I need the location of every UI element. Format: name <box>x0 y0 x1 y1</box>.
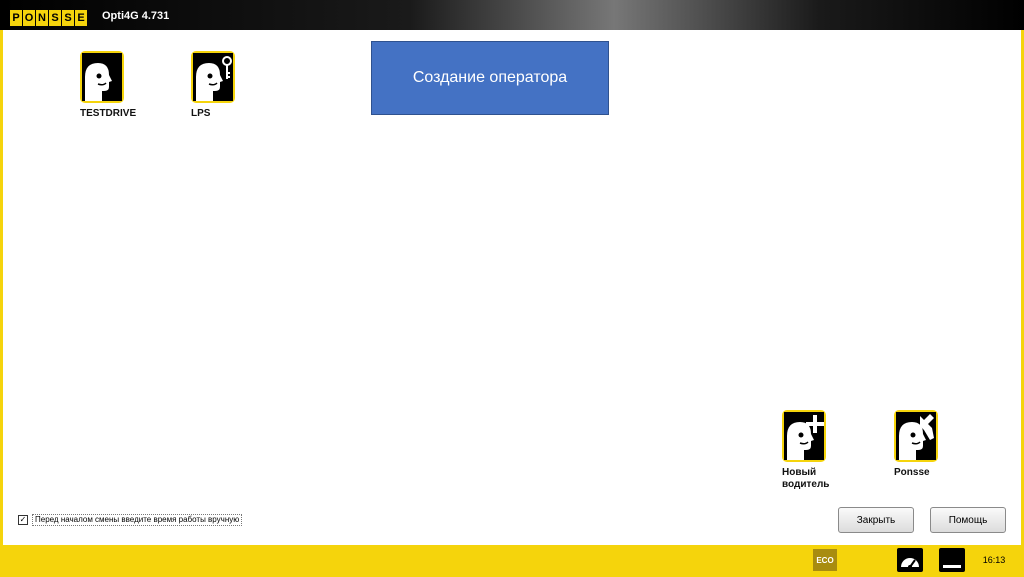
operator-icon <box>80 51 124 103</box>
logo-letter: E <box>75 10 87 26</box>
eco-indicator[interactable]: ECO <box>813 549 837 571</box>
operator-add-icon <box>782 410 826 462</box>
app-title: Opti4G 4.731 <box>102 10 170 22</box>
ponsse-service-button[interactable]: Ponsse <box>894 410 974 479</box>
user-lps[interactable]: LPS <box>191 51 271 120</box>
minimize-icon[interactable] <box>939 548 965 572</box>
main-content: TESTDRIVE LPS Создание оператора Новый в… <box>3 30 1021 545</box>
manual-time-label: Перед началом смены введите время работы… <box>32 514 243 526</box>
create-operator-banner: Создание оператора <box>371 41 609 115</box>
user-label: Ponsse <box>894 467 930 478</box>
title-bar: P O N S S E Opti4G 4.731 <box>0 0 1024 30</box>
manual-time-checkbox[interactable]: ✓ <box>18 515 28 525</box>
logo-letter: S <box>49 10 61 26</box>
user-label: LPS <box>191 108 211 119</box>
status-bar: ECO 16:13 <box>0 545 1024 574</box>
logo-letter: S <box>62 10 74 26</box>
user-testdrive[interactable]: TESTDRIVE <box>80 51 160 120</box>
gauge-icon[interactable] <box>897 548 923 572</box>
manual-time-option[interactable]: ✓ Перед началом смены введите время рабо… <box>18 514 243 526</box>
logo-letter: P <box>10 10 22 26</box>
new-driver-button[interactable]: Новый водитель <box>782 410 862 491</box>
user-label: TESTDRIVE <box>80 108 137 119</box>
logo-letter: O <box>23 10 35 26</box>
clock: 16:13 <box>982 555 1006 565</box>
help-button[interactable]: Помощь <box>930 507 1006 533</box>
ponsse-logo: P O N S S E <box>10 10 87 26</box>
user-label: Новый водитель <box>782 467 830 490</box>
logo-letter: N <box>36 10 48 26</box>
operator-service-icon <box>894 410 938 462</box>
operator-key-icon <box>191 51 235 103</box>
close-button[interactable]: Закрыть <box>838 507 914 533</box>
